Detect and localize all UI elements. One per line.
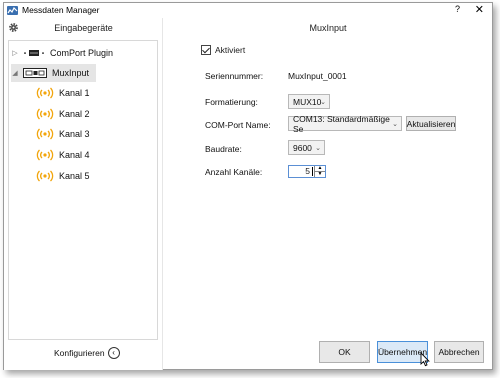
device-panel: Eingabegeräte ▷ ComPort Plugin ◢ MuxInpu… [4,18,163,370]
channels-count-label: Anzahl Kanäle: [205,167,263,177]
tree-item-channel-5[interactable]: Kanal 5 [36,167,90,185]
signal-icon [36,108,54,120]
tree-item-label: MuxInput [52,68,90,78]
text-caret [312,167,313,176]
chevron-down-icon: ⌄ [315,145,321,152]
baud-label: Baudrate: [205,144,242,154]
serial-plug-icon [24,50,44,56]
mux-device-icon [23,68,47,78]
refresh-button[interactable]: Aktualisieren [406,116,456,131]
signal-icon [36,87,54,99]
chevron-left-icon: ‹ [107,347,120,359]
channel-label: Kanal 3 [59,129,90,139]
port-select-value: COM13: Standardmäßige Se [293,113,390,134]
tree-item-channel-2[interactable]: Kanal 2 [36,105,90,123]
stepper-down-icon[interactable]: ▼ [315,171,325,178]
chevron-down-icon: ⌄ [392,121,398,128]
channels-count-value: 5 [305,166,310,176]
cancel-button[interactable]: Abbrechen [434,341,484,363]
tree-item-label: ComPort Plugin [50,48,114,58]
format-select-value: MUX10 [293,96,322,107]
activated-checkbox-row[interactable]: Aktiviert [201,45,245,55]
tree-item-comport[interactable]: ▷ ComPort Plugin [11,44,113,62]
dialog-window: Messdaten Manager ? ✕ Eingabegeräte ▷ Co… [3,2,493,370]
activated-checkbox[interactable] [201,45,211,55]
channel-label: Kanal 4 [59,150,90,160]
collapse-arrow-icon[interactable]: ◢ [11,69,19,77]
configure-button[interactable]: Konfigurieren ‹ [54,347,120,359]
port-select[interactable]: COM13: Standardmäßige Se ⌄ [288,113,402,134]
tree-item-channel-1[interactable]: Kanal 1 [36,84,90,102]
format-label: Formatierung: [205,97,258,107]
chevron-down-icon: ⌄ [320,99,326,106]
window-title: Messdaten Manager [22,5,100,15]
channel-label: Kanal 2 [59,109,90,119]
tree-item-channel-4[interactable]: Kanal 4 [36,146,90,164]
activated-label: Aktiviert [215,45,246,55]
device-panel-header: Eingabegeräte [4,18,163,38]
tree-item-muxinput[interactable]: ◢ MuxInput [11,64,96,82]
stepper-buttons: ▲ ▼ [314,165,325,178]
device-panel-title: Eingabegeräte [54,23,113,33]
configure-label: Konfigurieren [54,348,105,358]
port-label: COM-Port Name: [205,120,271,130]
serial-label: Seriennummer: [205,71,264,81]
ok-button[interactable]: OK [319,341,370,363]
format-select[interactable]: MUX10 ⌄ [288,94,330,109]
signal-icon [36,170,54,182]
expand-arrow-icon[interactable]: ▷ [11,49,19,57]
channels-count-stepper[interactable]: 5 ▲ ▼ [288,165,326,178]
signal-icon [36,128,54,140]
signal-icon [36,149,54,161]
serial-value: MuxInput_0001 [288,71,347,81]
app-icon [7,6,18,15]
baud-select-value: 9600 [293,142,312,153]
title-bar: Messdaten Manager ? ✕ [4,3,492,18]
help-button[interactable]: ? [455,4,460,14]
settings-panel: MuxInput Aktiviert Seriennummer: MuxInpu… [164,18,492,370]
channel-label: Kanal 5 [59,171,90,181]
baud-select[interactable]: 9600 ⌄ [288,140,325,155]
tree-item-channel-3[interactable]: Kanal 3 [36,125,90,143]
mouse-cursor-icon [420,352,430,367]
channel-label: Kanal 1 [59,88,90,98]
close-button[interactable]: ✕ [475,3,484,16]
device-tree: ▷ ComPort Plugin ◢ MuxInput Kanal 1 Kana… [8,40,158,340]
settings-title: MuxInput [309,23,347,33]
